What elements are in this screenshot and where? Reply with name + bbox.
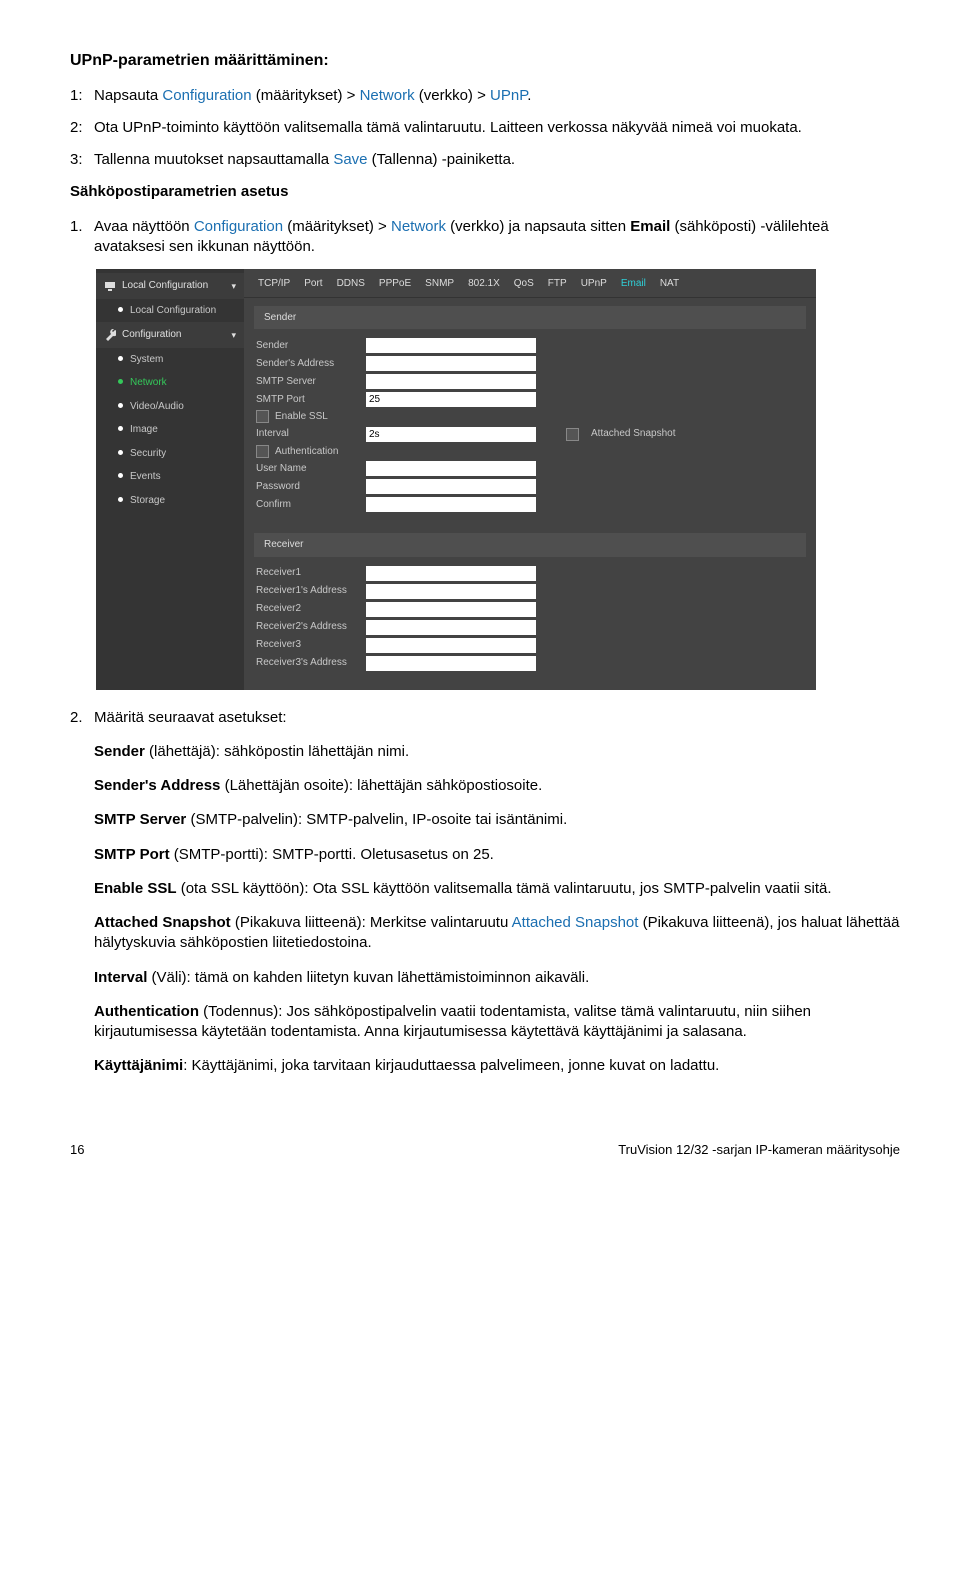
tab-8021x[interactable]: 802.1X [468, 277, 500, 291]
step-2: 2: Ota UPnP-toiminto käyttöön valitsemal… [70, 118, 900, 138]
section-heading: UPnP-parametrien määrittäminen: [70, 50, 900, 72]
sidebar-item-storage[interactable]: Storage [96, 489, 244, 513]
label-enable-ssl: Enable SSL [275, 410, 328, 424]
sidebar-item-image[interactable]: Image [96, 418, 244, 442]
label-receiver1-addr: Receiver1's Address [254, 584, 366, 598]
sidebar-item-local[interactable]: Local Configuration [96, 299, 244, 323]
doc-title: TruVision 12/32 -sarjan IP-kameran määri… [618, 1141, 900, 1159]
label-attached-snapshot: Attached Snapshot [591, 427, 676, 441]
tab-nat[interactable]: NAT [660, 277, 679, 291]
label-sender-address: Sender's Address [254, 357, 366, 371]
monitor-icon [104, 280, 116, 292]
input-receiver3[interactable] [366, 638, 536, 653]
input-receiver2[interactable] [366, 602, 536, 617]
sub-heading: Sähköpostiparametrien asetus [70, 182, 900, 202]
sidebar-header-local[interactable]: Local Configuration ▾ [96, 273, 244, 299]
page-number: 16 [70, 1141, 84, 1159]
sidebar-item-system[interactable]: System [96, 348, 244, 372]
tab-qos[interactable]: QoS [514, 277, 534, 291]
tab-snmp[interactable]: SNMP [425, 277, 454, 291]
label-receiver3: Receiver3 [254, 638, 366, 652]
input-username[interactable] [366, 461, 536, 476]
input-interval[interactable]: 2s [366, 427, 536, 442]
input-receiver3-addr[interactable] [366, 656, 536, 671]
label-confirm: Confirm [254, 498, 366, 512]
input-smtp-server[interactable] [366, 374, 536, 389]
tabs: TCP/IP Port DDNS PPPoE SNMP 802.1X QoS F… [244, 269, 816, 298]
email-step-2: 2. Määritä seuraavat asetukset: Sender (… [70, 708, 900, 1091]
input-smtp-port[interactable]: 25 [366, 392, 536, 407]
label-smtp-server: SMTP Server [254, 375, 366, 389]
label-password: Password [254, 480, 366, 494]
chevron-down-icon: ▾ [231, 280, 236, 292]
email-step-1: 1. Avaa näyttöön Configuration (määrityk… [70, 217, 900, 258]
label-sender: Sender [254, 339, 366, 353]
label-receiver2: Receiver2 [254, 602, 366, 616]
checkbox-authentication[interactable] [256, 445, 269, 458]
sidebar-header-configuration[interactable]: Configuration ▾ [96, 322, 244, 348]
input-receiver1[interactable] [366, 566, 536, 581]
tab-tcpip[interactable]: TCP/IP [258, 277, 290, 291]
input-receiver2-addr[interactable] [366, 620, 536, 635]
section-receiver: Receiver [254, 533, 806, 557]
tab-ddns[interactable]: DDNS [337, 277, 365, 291]
sidebar-item-security[interactable]: Security [96, 442, 244, 466]
step-3: 3: Tallenna muutokset napsauttamalla Sav… [70, 150, 900, 170]
input-receiver1-addr[interactable] [366, 584, 536, 599]
tab-pppoe[interactable]: PPPoE [379, 277, 411, 291]
sidebar: Local Configuration ▾ Local Configuratio… [96, 269, 244, 690]
tab-email[interactable]: Email [621, 277, 646, 291]
label-smtp-port: SMTP Port [254, 393, 366, 407]
tab-ftp[interactable]: FTP [548, 277, 567, 291]
input-password[interactable] [366, 479, 536, 494]
label-authentication: Authentication [275, 445, 338, 459]
label-username: User Name [254, 462, 366, 476]
sidebar-item-events[interactable]: Events [96, 465, 244, 489]
step-1: 1: Napsauta Configuration (määritykset) … [70, 86, 900, 106]
wrench-icon [104, 329, 116, 341]
input-sender-address[interactable] [366, 356, 536, 371]
section-sender: Sender [254, 306, 806, 330]
label-receiver2-addr: Receiver2's Address [254, 620, 366, 634]
tab-port[interactable]: Port [304, 277, 322, 291]
label-interval: Interval [254, 427, 366, 441]
sidebar-item-video-audio[interactable]: Video/Audio [96, 395, 244, 419]
label-receiver3-addr: Receiver3's Address [254, 656, 366, 670]
input-confirm[interactable] [366, 497, 536, 512]
input-sender[interactable] [366, 338, 536, 353]
page-footer: 16 TruVision 12/32 -sarjan IP-kameran mä… [70, 1141, 900, 1159]
chevron-down-icon: ▾ [231, 329, 236, 341]
label-receiver1: Receiver1 [254, 566, 366, 580]
screenshot: Local Configuration ▾ Local Configuratio… [96, 269, 816, 690]
checkbox-attached-snapshot[interactable] [566, 428, 579, 441]
checkbox-enable-ssl[interactable] [256, 410, 269, 423]
tab-upnp[interactable]: UPnP [581, 277, 607, 291]
sidebar-item-network[interactable]: Network [96, 371, 244, 395]
